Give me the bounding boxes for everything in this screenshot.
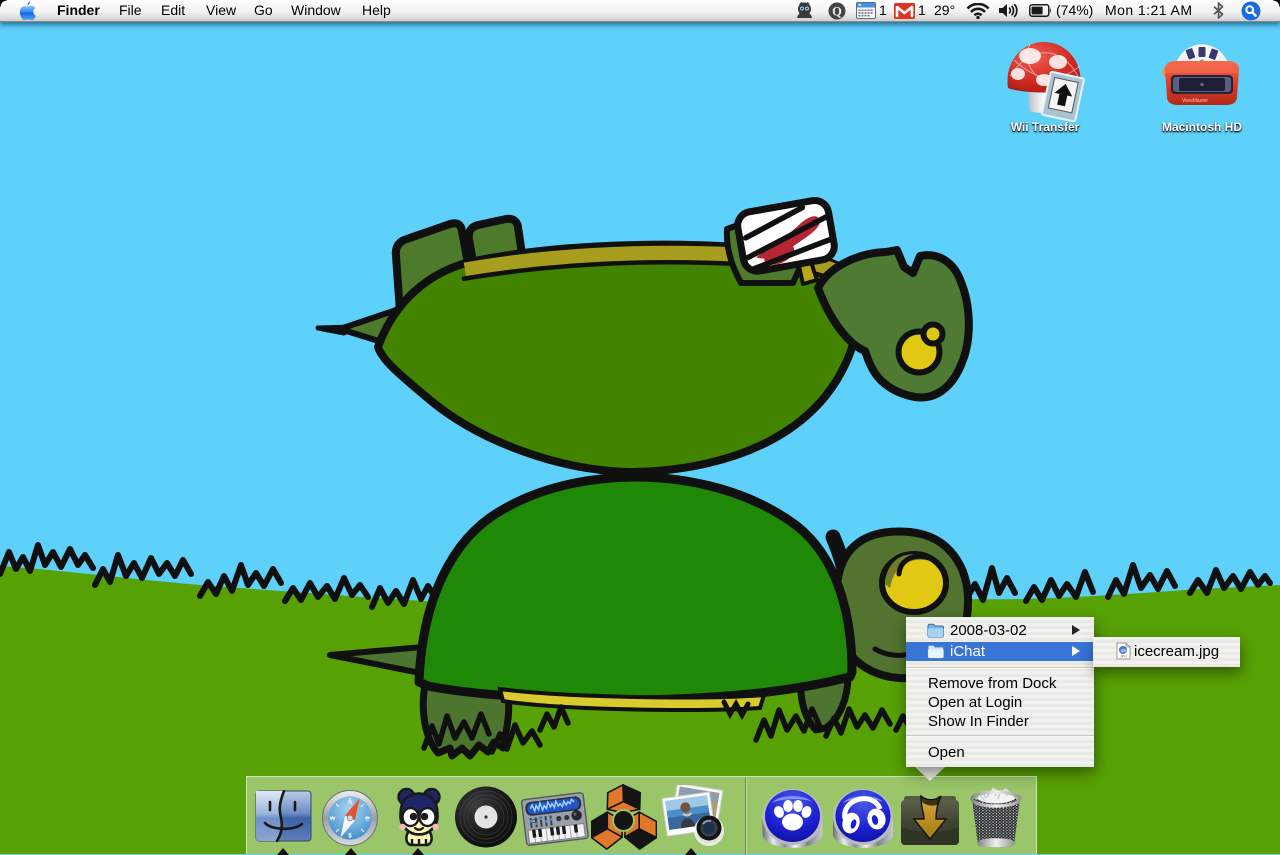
svg-text:ViewMaster: ViewMaster bbox=[1182, 98, 1208, 104]
svg-text:E: E bbox=[365, 817, 369, 823]
svg-text:N: N bbox=[348, 801, 352, 807]
svg-text:JPG: JPG bbox=[1120, 655, 1127, 659]
svg-text:W: W bbox=[330, 817, 336, 823]
svg-text:S: S bbox=[348, 834, 352, 840]
svg-text:Q: Q bbox=[832, 4, 842, 18]
